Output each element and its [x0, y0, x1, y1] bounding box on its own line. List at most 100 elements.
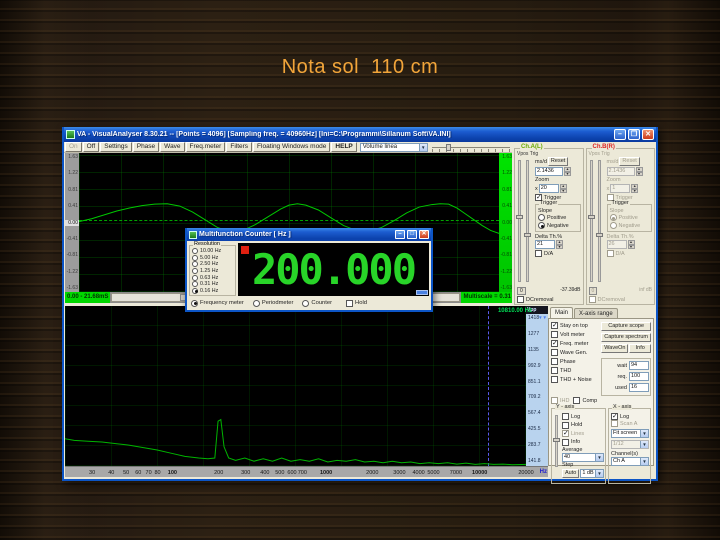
spinner-down-icon[interactable] — [564, 172, 571, 177]
spinner-down-icon[interactable] — [556, 245, 563, 250]
volume-select[interactable]: Volume linea — [360, 143, 428, 152]
y-info-checkbox[interactable]: Info — [562, 439, 604, 446]
channel-a-delta-input[interactable]: 21 — [535, 240, 555, 249]
spinner-down-icon[interactable] — [631, 189, 638, 194]
channel-b-trig-slider[interactable] — [598, 160, 601, 282]
window-titlebar[interactable]: VA - VisualAnalyser 8.30.21 -- [Points =… — [64, 127, 656, 142]
toolbar-button-off[interactable]: Off — [83, 142, 100, 152]
resolution-option-5-00-hz[interactable]: 5.00 Hz — [192, 255, 235, 261]
check-stay-on-top[interactable]: Stay on top — [551, 322, 601, 329]
counter-close-button[interactable]: ✕ — [419, 230, 429, 239]
capture-spectrum-button[interactable]: Capture spectrum — [601, 333, 651, 342]
dropdown-arrow-icon[interactable] — [419, 144, 427, 151]
toolbar-button-wave[interactable]: Wave — [160, 142, 184, 152]
channel-b-dcremoval-checkbox[interactable]: DCremoval — [589, 296, 653, 303]
restore-button[interactable]: ❐ — [628, 129, 640, 140]
field-value[interactable]: 16 — [629, 383, 649, 392]
spinner[interactable] — [631, 184, 638, 193]
mode-periodmeter[interactable]: Periodmeter — [253, 300, 294, 307]
check-comp[interactable]: Comp — [573, 397, 597, 404]
channel-b-zoom-input[interactable]: 1 — [610, 184, 630, 193]
check-volt-meter[interactable]: Volt meter — [551, 331, 601, 338]
slider-thumb[interactable] — [588, 215, 595, 219]
check-thd-noise[interactable]: THD + Noise — [551, 376, 601, 383]
dropdown-arrow-icon[interactable] — [640, 430, 648, 437]
dropdown-arrow-icon[interactable] — [640, 441, 648, 448]
channel-a-slope-negative[interactable]: Negative — [538, 222, 579, 229]
dropdown-arrow-icon[interactable] — [640, 458, 648, 465]
average-select[interactable]: 40 — [562, 453, 604, 462]
toolbar-button-phase[interactable]: Phase — [133, 142, 159, 152]
toolbar-button-settings[interactable]: Settings — [100, 142, 132, 152]
channel-a-vpos-slider[interactable] — [518, 160, 521, 282]
channel-a-da-checkbox[interactable]: D/A — [535, 250, 581, 257]
close-button[interactable]: ✕ — [642, 129, 654, 140]
channel-a-zoom-input[interactable]: 20 — [539, 184, 559, 193]
spinner-down-icon[interactable] — [636, 172, 643, 177]
spinner-down-icon[interactable] — [628, 245, 635, 250]
slider-thumb[interactable] — [553, 438, 560, 442]
capture-scope-button[interactable]: Capture scope — [601, 322, 651, 331]
channel-a-reset-button[interactable]: Reset — [548, 157, 568, 166]
check-freq-meter[interactable]: Freq. meter — [551, 340, 601, 347]
channel-a-dcremoval-checkbox[interactable]: DCremoval — [517, 296, 581, 303]
display-scroll-thumb[interactable] — [416, 290, 428, 295]
spinner[interactable] — [628, 240, 635, 249]
field-value[interactable]: 100 — [629, 372, 649, 381]
channel-a-slope-positive[interactable]: Positive — [538, 214, 579, 221]
check-phase[interactable]: Phase — [551, 358, 601, 365]
minimize-button[interactable]: – — [614, 129, 626, 140]
channel-b-slope-negative[interactable]: Negative — [610, 222, 651, 229]
mode-counter[interactable]: Counter — [302, 300, 332, 307]
spinner-down-icon[interactable] — [560, 189, 567, 194]
channel-a-trig-slider[interactable] — [526, 160, 529, 282]
fraction-select[interactable]: 1/12 — [611, 440, 649, 449]
x-scan-checkbox[interactable]: Scan A — [611, 420, 649, 427]
y-hold-checkbox[interactable]: Hold — [562, 422, 604, 429]
fit-screen-select[interactable]: Fit screen — [611, 429, 649, 438]
channel-b-vpos-slider[interactable] — [590, 160, 593, 282]
toolbar-button-filters[interactable]: Filters — [226, 142, 252, 152]
toolbar-button-help[interactable]: HELP — [331, 142, 356, 152]
mode-frequency-meter[interactable]: Frequency meter — [191, 300, 244, 307]
channel-a-msd-input[interactable]: 2.1436 — [535, 167, 563, 176]
x-log-checkbox[interactable]: Log — [611, 413, 649, 420]
resolution-option-2-50-hz[interactable]: 2.50 Hz — [192, 261, 235, 267]
channel-b-da-checkbox[interactable]: D/A — [607, 250, 653, 257]
auto-button[interactable]: Auto — [562, 469, 579, 478]
y-log-checkbox[interactable]: Log — [562, 413, 604, 420]
slider-thumb[interactable] — [596, 233, 603, 237]
resolution-option-0-31-hz[interactable]: 0.31 Hz — [192, 281, 235, 287]
channel-b-slope-positive[interactable]: Positive — [610, 214, 651, 221]
volume-slider[interactable] — [432, 143, 510, 152]
field-value[interactable]: 94 — [629, 361, 649, 370]
toolbar-button-on[interactable]: On — [65, 142, 82, 152]
counter-titlebar[interactable]: Multifunction Counter [ Hz ] – □ ✕ — [187, 228, 431, 241]
waveon-button[interactable]: WaveOn — [601, 344, 628, 353]
check-thd[interactable]: THD — [551, 367, 601, 374]
spinner[interactable] — [556, 240, 563, 249]
channel-b-reset-button[interactable]: Reset — [619, 157, 639, 166]
y-axis-slider[interactable] — [555, 415, 558, 467]
hold-checkbox[interactable]: Hold — [346, 300, 367, 307]
check-ihd[interactable]: IHD — [551, 397, 569, 404]
slider-thumb[interactable] — [524, 233, 531, 237]
toolbar-button-freq-meter[interactable]: Freq.meter — [186, 142, 226, 152]
resolution-option-0-16-hz[interactable]: 0.16 Hz — [192, 288, 235, 294]
dropdown-arrow-icon[interactable] — [595, 454, 603, 461]
channel-b-msd-input[interactable]: 2.1436 — [607, 167, 635, 176]
spinner[interactable] — [564, 167, 571, 176]
resolution-option-1-25-hz[interactable]: 1.25 Hz — [192, 268, 235, 274]
step-select[interactable]: 1 dB — [580, 469, 604, 478]
y-lines-checkbox[interactable]: Lines — [562, 430, 604, 437]
counter-maximize-button[interactable]: □ — [407, 230, 417, 239]
spinner[interactable] — [560, 184, 567, 193]
channel-select[interactable]: Ch A — [611, 457, 649, 466]
spinner[interactable] — [636, 167, 643, 176]
slider-thumb[interactable] — [446, 144, 451, 151]
slider-thumb[interactable] — [516, 215, 523, 219]
dropdown-arrow-icon[interactable] — [595, 470, 603, 477]
info-button[interactable]: Info — [629, 344, 651, 353]
resolution-option-10-00-hz[interactable]: 10.00 Hz — [192, 248, 235, 254]
resolution-option-0-63-hz[interactable]: 0.63 Hz — [192, 275, 235, 281]
